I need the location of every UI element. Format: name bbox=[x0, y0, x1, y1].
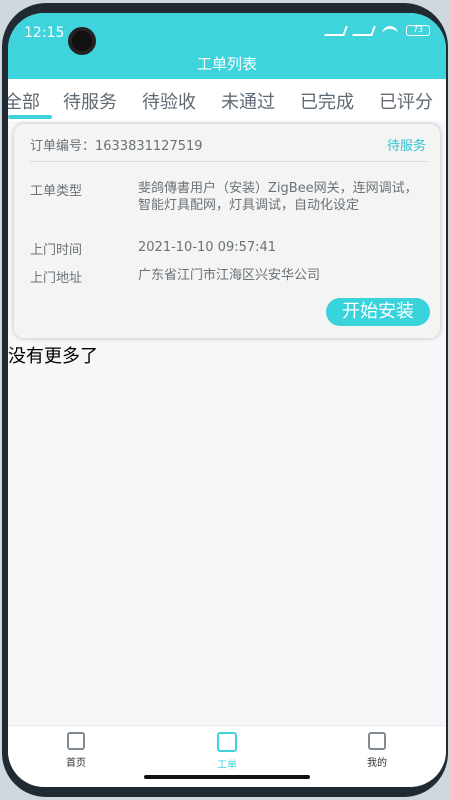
work-order-card[interactable]: 订单编号：1633831127519 待服务 工单类型 斐鸽傳書用户（安装）Zi… bbox=[14, 124, 440, 338]
tab-all[interactable]: 全部 bbox=[8, 88, 40, 114]
device: 12:15 73 工单列表 全部 待服务 待验收 未通过 已完成 已评分 订单编… bbox=[0, 0, 450, 800]
list-end-text: 没有更多了 bbox=[8, 346, 98, 367]
front-camera bbox=[68, 27, 96, 55]
tab-rated[interactable]: 已评分 bbox=[379, 88, 433, 114]
tabbar-profile-label: 我的 bbox=[367, 758, 387, 769]
tab-completed[interactable]: 已完成 bbox=[300, 88, 354, 114]
order-status-badge: 待服务 bbox=[386, 139, 426, 154]
order-type-value: 斐鸽傳書用户（安装）ZigBee网关，连网调试，智能灯具配网，灯具调试，自动化设… bbox=[138, 181, 418, 213]
tabbar-profile[interactable]: 我的 bbox=[337, 732, 417, 769]
signal-icon-2 bbox=[352, 25, 376, 36]
tabbar-work-order-label: 工单 bbox=[217, 760, 237, 771]
home-doc-icon bbox=[67, 732, 85, 750]
visit-address-value: 广东省江门市江海区兴安华公司 bbox=[138, 268, 321, 283]
work-order-icon bbox=[217, 732, 237, 752]
visit-address-label: 上门地址 bbox=[30, 271, 83, 286]
app-header: 12:15 73 工单列表 bbox=[8, 13, 446, 79]
tab-pending-acceptance[interactable]: 待验收 bbox=[142, 88, 196, 114]
visit-time-value: 2021-10-10 09:57:41 bbox=[138, 240, 277, 255]
start-install-button[interactable]: 开始安装 bbox=[326, 298, 430, 326]
battery-icon: 73 bbox=[406, 25, 430, 36]
app-screen: 12:15 73 工单列表 全部 待服务 待验收 未通过 已完成 已评分 订单编… bbox=[8, 13, 446, 787]
signal-icon bbox=[324, 25, 348, 36]
order-number: 订单编号：1633831127519 bbox=[30, 139, 203, 154]
profile-doc-icon bbox=[368, 732, 386, 750]
tab-rejected[interactable]: 未通过 bbox=[221, 88, 275, 114]
phone-frame: 12:15 73 工单列表 全部 待服务 待验收 未通过 已完成 已评分 订单编… bbox=[2, 3, 448, 797]
tabbar-work-order[interactable]: 工单 bbox=[187, 732, 267, 771]
tabbar-home[interactable]: 首页 bbox=[36, 732, 116, 769]
tabbar-home-label: 首页 bbox=[66, 758, 86, 769]
tab-pending-service[interactable]: 待服务 bbox=[63, 88, 117, 114]
active-tab-indicator bbox=[8, 115, 52, 119]
status-time: 12:15 bbox=[24, 25, 65, 41]
wifi-icon bbox=[382, 25, 398, 36]
visit-time-label: 上门时间 bbox=[30, 243, 83, 258]
page-title: 工单列表 bbox=[196, 55, 257, 73]
status-tabs: 全部 待服务 待验收 未通过 已完成 已评分 bbox=[8, 79, 446, 121]
status-icons: 73 bbox=[324, 25, 430, 36]
order-type-label: 工单类型 bbox=[30, 184, 83, 199]
home-indicator bbox=[144, 775, 310, 779]
card-divider bbox=[30, 161, 428, 162]
